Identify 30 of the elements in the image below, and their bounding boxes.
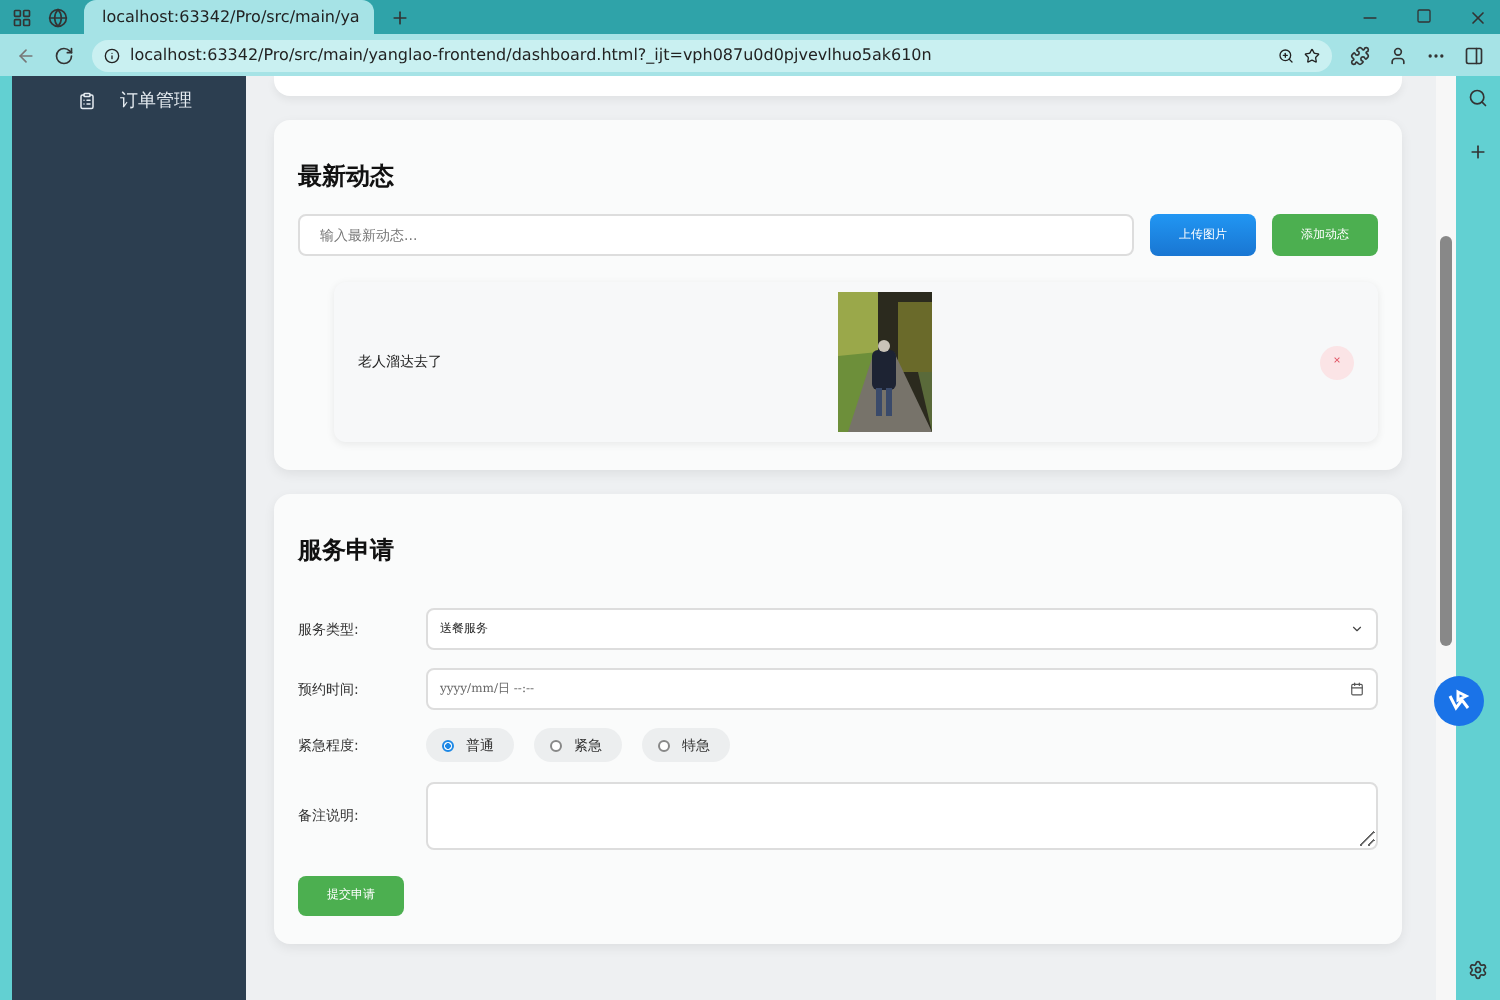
extensions-icon[interactable] [1350, 45, 1370, 65]
sidebar-icon[interactable] [1464, 45, 1484, 65]
section-title: 最新动态 [298, 160, 396, 194]
scrollbar-thumb[interactable] [1440, 236, 1452, 646]
notes-field[interactable] [426, 782, 1378, 850]
add-icon[interactable] [1468, 142, 1488, 162]
tab-actions-icon[interactable] [12, 7, 32, 27]
chevron-down-icon[interactable] [1350, 622, 1364, 636]
close-icon[interactable] [1468, 7, 1488, 27]
section-title: 服务申请 [298, 534, 396, 568]
browser-tab[interactable]: localhost:63342/Pro/src/main/ya [84, 0, 374, 34]
url-text: localhost:63342/Pro/src/main/yanglao-frontend/dashboard.html?_ijt=vph087u0d0pjvevlhuo5ak610n [130, 46, 934, 64]
copilot-icon [1446, 688, 1472, 714]
info-icon[interactable] [104, 47, 120, 63]
address-bar[interactable]: localhost:63342/Pro/src/main/yanglao-frontend/dashboard.html?_ijt=vph087u0d0pjvevlhuo5ak610n [92, 39, 1332, 71]
restore-icon[interactable] [1416, 7, 1432, 23]
star-icon[interactable] [1304, 47, 1320, 63]
settings-icon[interactable] [1468, 960, 1488, 980]
profile-icon[interactable] [1388, 45, 1408, 65]
back-icon[interactable] [16, 45, 36, 65]
calendar-icon[interactable] [1350, 682, 1364, 696]
search-icon[interactable] [1468, 88, 1488, 108]
zoom-icon[interactable] [1278, 47, 1294, 63]
globe-icon[interactable] [48, 7, 68, 27]
new-tab-icon[interactable] [390, 7, 410, 27]
tab-title: localhost:63342/Pro/src/main/ya [102, 8, 360, 26]
copilot-button[interactable] [1434, 676, 1484, 726]
clipboard-icon [78, 92, 96, 110]
sidebar-item[interactable]: 订单管理 [12, 88, 246, 114]
reload-icon[interactable] [54, 45, 74, 65]
